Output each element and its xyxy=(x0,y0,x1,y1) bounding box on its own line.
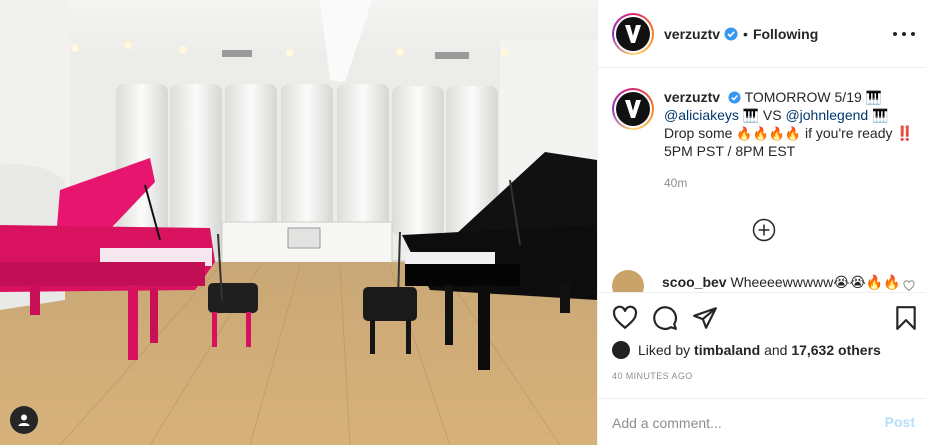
author-username[interactable]: verzuztv xyxy=(664,26,720,42)
verzuz-logo-icon xyxy=(625,24,641,43)
following-button[interactable]: Following xyxy=(753,26,818,42)
comment-item: scoo_bev Wheeeewwwww😭😭🔥🔥 xyxy=(612,270,926,292)
user-tag-icon xyxy=(18,414,30,426)
photo-scene xyxy=(0,0,597,445)
share-icon[interactable] xyxy=(692,305,718,331)
liked-by-and: and xyxy=(764,342,788,358)
fire-emojis: 🔥🔥🔥🔥 xyxy=(736,126,802,141)
load-more-comments-icon[interactable] xyxy=(752,218,776,242)
post-actions xyxy=(598,292,926,342)
caption-headline: TOMORROW 5/19 xyxy=(744,89,862,105)
caption-text: verzuztv TOMORROW 5/19 🎹 @aliciakeys 🎹 V… xyxy=(664,88,914,192)
caption-time: 40m xyxy=(664,176,688,190)
commenter-avatar[interactable] xyxy=(612,270,644,292)
post-photo[interactable] xyxy=(0,0,597,445)
caption-username[interactable]: verzuztv xyxy=(664,89,720,105)
user-tag-button[interactable] xyxy=(10,406,38,434)
add-comment-bar: Post xyxy=(598,398,926,445)
heart-icon[interactable] xyxy=(612,305,638,331)
caption-vs: VS xyxy=(762,107,782,123)
liker-username[interactable]: timbaland xyxy=(694,342,760,358)
separator-dot: • xyxy=(743,25,748,42)
verzuz-logo-icon xyxy=(625,100,641,118)
piano-emoji: 🎹 xyxy=(872,108,889,123)
post-details-panel: verzuztv • Following verzuztv TOMORROW 5… xyxy=(597,0,926,445)
comment-input[interactable] xyxy=(612,413,862,433)
post-caption: verzuztv TOMORROW 5/19 🎹 @aliciakeys 🎹 V… xyxy=(612,88,917,192)
comment-like-icon[interactable] xyxy=(903,280,915,292)
caption-drop-some: Drop some xyxy=(664,125,733,141)
caption-ready: if you're ready ‼️ xyxy=(805,125,914,141)
mention-johnlegend[interactable]: @johnlegend xyxy=(785,107,868,123)
post-header: verzuztv • Following xyxy=(598,0,926,68)
comment-icon[interactable] xyxy=(652,305,678,331)
verified-badge-icon xyxy=(724,27,738,40)
post-timestamp[interactable]: 40 MINUTES AGO xyxy=(612,371,693,381)
commenter-username[interactable]: scoo_bev xyxy=(662,274,727,290)
liked-by: Liked by timbaland and 17,632 others xyxy=(612,341,881,359)
likes-count[interactable]: 17,632 others xyxy=(791,342,881,358)
piano-emoji: 🎹 xyxy=(742,108,759,123)
caption-showtime: 5PM PST / 8PM EST xyxy=(664,143,796,159)
caption-avatar[interactable] xyxy=(612,88,654,130)
liked-by-label: Liked by xyxy=(638,342,691,358)
more-options-icon[interactable] xyxy=(893,24,915,44)
comment-text: Wheeeewwwww😭😭🔥🔥 xyxy=(730,274,901,290)
post-comment-button[interactable]: Post xyxy=(885,414,915,430)
liker-avatar[interactable] xyxy=(612,341,630,359)
mention-aliciakeys[interactable]: @aliciakeys xyxy=(664,107,739,123)
piano-emoji: 🎹 xyxy=(865,90,882,105)
verified-badge-icon xyxy=(728,91,741,104)
bookmark-icon[interactable] xyxy=(893,305,919,331)
author-avatar[interactable] xyxy=(612,12,654,55)
